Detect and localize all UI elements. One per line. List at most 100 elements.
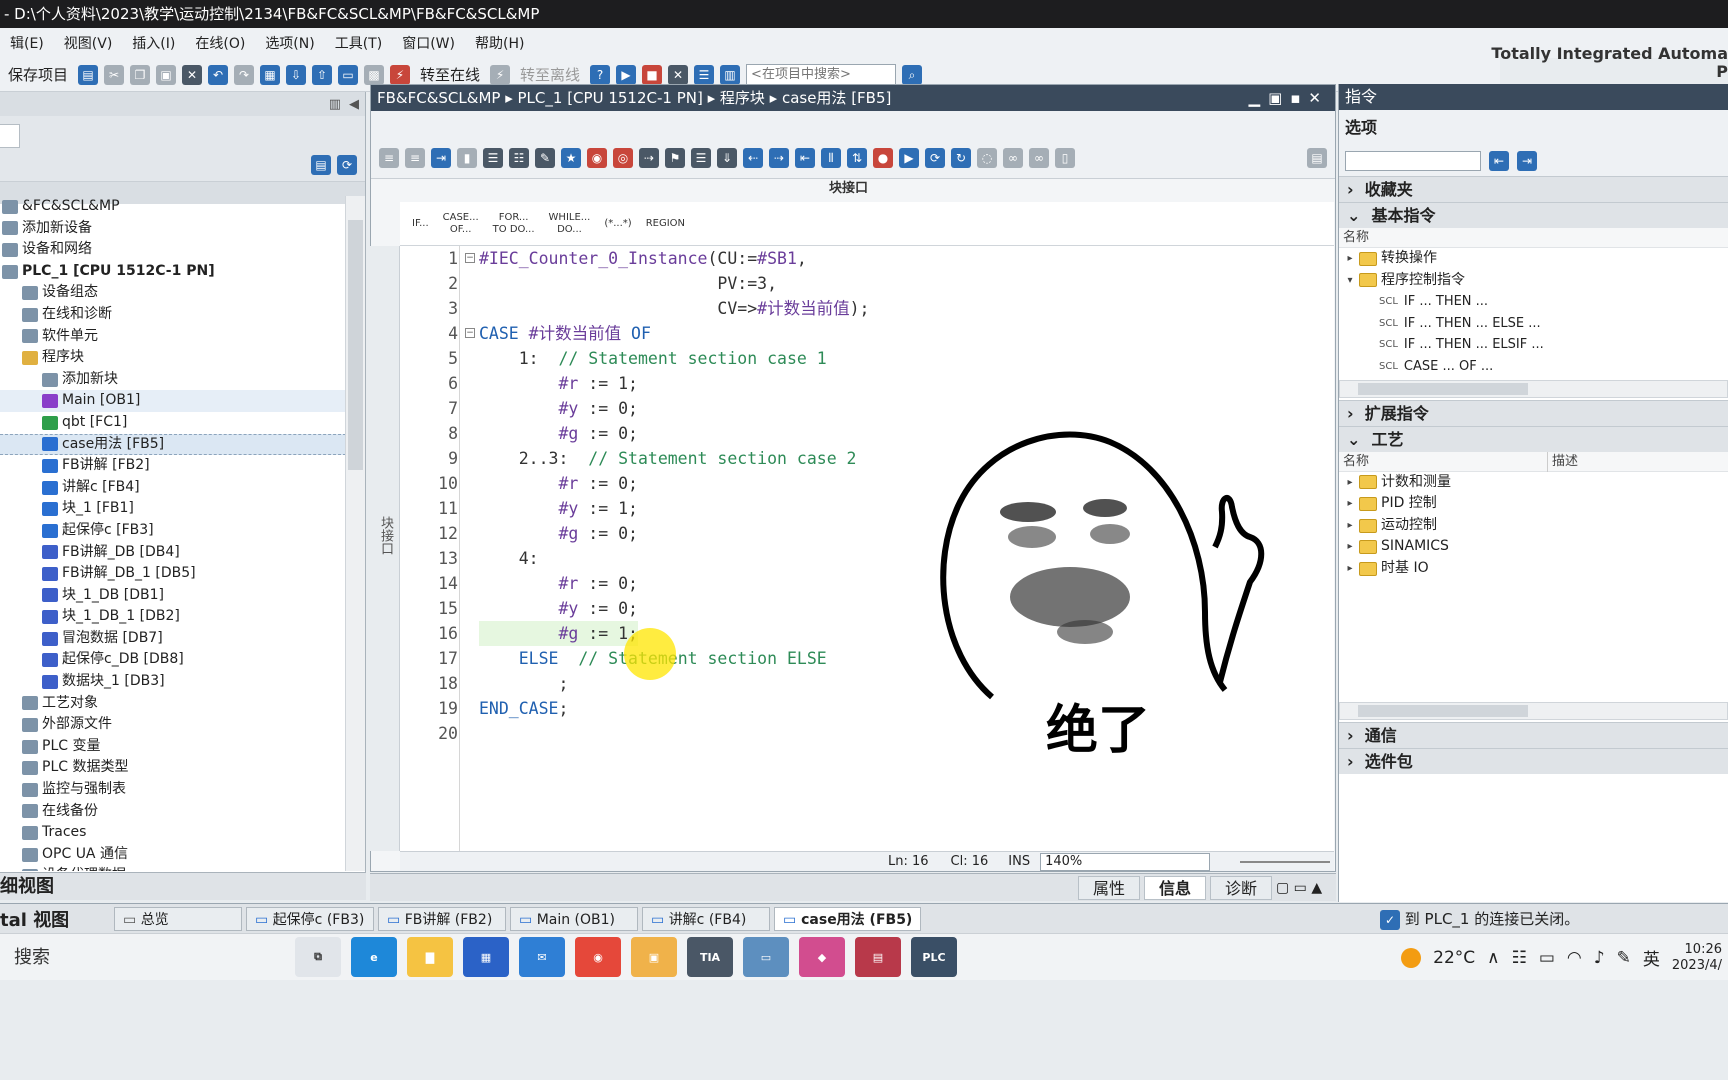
- favorites-icon[interactable]: ★: [561, 148, 581, 168]
- expand-arrow-icon[interactable]: ▸: [1343, 472, 1357, 494]
- redo-icon[interactable]: ↷: [234, 64, 255, 85]
- glasses-icon[interactable]: ◌: [977, 148, 997, 168]
- battery-icon[interactable]: ▭: [1539, 948, 1555, 968]
- chevron-up-icon[interactable]: ∧: [1487, 948, 1499, 968]
- details-view-header[interactable]: 细视图: [0, 872, 366, 900]
- tab-properties[interactable]: 属性: [1077, 875, 1140, 900]
- scrollbar-thumb[interactable]: [1358, 704, 1528, 717]
- start-cpu-icon[interactable]: ▶: [616, 64, 637, 85]
- tech-folder-item[interactable]: ▸ 计数和测量: [1339, 472, 1728, 494]
- expand-arrow-icon[interactable]: ▸: [1343, 515, 1357, 537]
- devices-tab[interactable]: [0, 124, 20, 148]
- window-controls[interactable]: ▁▣▪✕: [1249, 85, 1329, 111]
- expand-arrow-icon[interactable]: ▸: [1343, 536, 1357, 558]
- print-icon[interactable]: ▤: [78, 64, 99, 85]
- editor-tab[interactable]: ▭ Main (OB1): [510, 906, 638, 931]
- cross-reference-icon[interactable]: ✕: [668, 64, 689, 85]
- tree-node[interactable]: FB讲解_DB [DB4]: [0, 542, 346, 564]
- clock[interactable]: 10:26 2023/4/: [1672, 942, 1722, 974]
- paste-icon[interactable]: ▣: [156, 64, 177, 85]
- tree-node[interactable]: OPC UA 通信: [0, 844, 346, 866]
- tia-portal-icon[interactable]: TIA: [687, 937, 733, 977]
- tree-node[interactable]: 冒泡数据 [DB7]: [0, 628, 346, 650]
- go-online-button[interactable]: 转至在线: [416, 64, 484, 85]
- code-line[interactable]: 2 PV:=3,: [400, 271, 1334, 296]
- refresh-icon[interactable]: ⟳: [337, 154, 357, 175]
- tree-node[interactable]: 起保停c [FB3]: [0, 520, 346, 542]
- tree-node[interactable]: FB讲解_DB_1 [DB5]: [0, 563, 346, 585]
- tree-node[interactable]: FB讲解 [FB2]: [0, 455, 346, 477]
- tree-node[interactable]: 在线备份: [0, 801, 346, 823]
- volume-icon[interactable]: ♪: [1594, 948, 1605, 968]
- snippet-button[interactable]: IF...: [408, 216, 433, 232]
- menu-item-6[interactable]: 窗口(W): [392, 33, 465, 53]
- refresh-icon[interactable]: ⟳: [925, 148, 945, 168]
- snippet-button[interactable]: REGION: [642, 216, 689, 232]
- horizontal-scrollbar[interactable]: [1339, 701, 1728, 720]
- section-favorites[interactable]: › 收藏夹: [1339, 176, 1728, 202]
- edge-icon[interactable]: e: [351, 937, 397, 977]
- insert-network-icon[interactable]: ≡: [379, 148, 399, 168]
- tree-node[interactable]: 讲解c [FB4]: [0, 477, 346, 499]
- mail-icon[interactable]: ✉: [519, 937, 565, 977]
- tree-node[interactable]: 设备和网络: [0, 239, 346, 261]
- go-online-icon[interactable]: ⚡: [390, 64, 411, 85]
- weather-temp[interactable]: 22°C: [1433, 948, 1475, 968]
- fold-toggle-icon[interactable]: −: [465, 328, 475, 338]
- download-icon[interactable]: ⇩: [286, 64, 307, 85]
- expand-arrow-icon[interactable]: ▾: [1343, 270, 1357, 292]
- monitor-icon[interactable]: ◉: [587, 148, 607, 168]
- tree-node[interactable]: 软件单元: [0, 326, 346, 348]
- split-vertical-icon[interactable]: ▥: [720, 64, 741, 85]
- menu-item-3[interactable]: 在线(O): [185, 33, 255, 53]
- online-icon[interactable]: ▩: [364, 64, 385, 85]
- stop-cpu-icon[interactable]: ■: [642, 64, 663, 85]
- network-icon[interactable]: ☷: [1512, 948, 1527, 968]
- stop-monitor-icon[interactable]: ◎: [613, 148, 633, 168]
- horizontal-scrollbar[interactable]: [1339, 379, 1728, 398]
- expand-arrow-icon[interactable]: ▸: [1343, 248, 1357, 270]
- plcsim-icon[interactable]: PLC: [911, 937, 957, 977]
- prev-icon[interactable]: ⇠: [743, 148, 763, 168]
- unlink-icon[interactable]: ∞: [1029, 148, 1049, 168]
- tree-node[interactable]: PLC_1 [CPU 1512C-1 PN]: [0, 261, 346, 283]
- tab-diagnostics[interactable]: 诊断: [1209, 875, 1272, 900]
- tree-node[interactable]: 在线和诊断: [0, 304, 346, 326]
- delete-network-icon[interactable]: ≡: [405, 148, 425, 168]
- code-line[interactable]: 6 #r := 1;: [400, 371, 1334, 396]
- scrollbar-thumb[interactable]: [1358, 382, 1528, 395]
- instruction-item[interactable]: SCL CASE ... OF ...: [1339, 356, 1728, 378]
- delete-icon[interactable]: ✕: [182, 64, 203, 85]
- menu-item-2[interactable]: 插入(I): [122, 33, 185, 53]
- section-optional-packages[interactable]: › 选件包: [1339, 747, 1728, 774]
- tree-node[interactable]: 添加新块: [0, 369, 346, 391]
- accessible-devices-icon[interactable]: ?: [590, 64, 611, 85]
- redo-icon[interactable]: ↻: [951, 148, 971, 168]
- tree-node[interactable]: 数据块_1 [DB3]: [0, 671, 346, 693]
- code-line[interactable]: 1− #IEC_Counter_0_Instance(CU:=#SB1,: [400, 246, 1334, 271]
- tree-node[interactable]: 块_1_DB [DB1]: [0, 585, 346, 607]
- tech-folder-item[interactable]: ▸ SINAMICS: [1339, 536, 1728, 558]
- go-offline-icon[interactable]: ⚡: [490, 64, 511, 85]
- lock-icon[interactable]: ▯: [1055, 148, 1075, 168]
- bookmark-icon[interactable]: ⚑: [665, 148, 685, 168]
- instruction-item[interactable]: SCL IF ... THEN ... ELSIF ...: [1339, 334, 1728, 356]
- run-icon[interactable]: ▶: [899, 148, 919, 168]
- tree-node[interactable]: qbt [FC1]: [0, 412, 346, 434]
- tab-info[interactable]: 信息: [1143, 875, 1206, 900]
- link-icon[interactable]: ∞: [1003, 148, 1023, 168]
- insert-row-icon[interactable]: ⇥: [431, 148, 451, 168]
- collapse-pane-icon[interactable]: ◀: [349, 97, 359, 112]
- app-icon[interactable]: ▣: [631, 937, 677, 977]
- tree-node[interactable]: Main [OB1]: [0, 390, 346, 412]
- breakpoint-icon[interactable]: ●: [873, 148, 893, 168]
- expand-arrow-icon[interactable]: ▸: [1343, 493, 1357, 515]
- pane-layout-icon[interactable]: ▥: [329, 97, 341, 112]
- snippet-button[interactable]: CASE... OF...: [439, 210, 483, 238]
- tree-node[interactable]: 块_1_DB_1 [DB2]: [0, 606, 346, 628]
- zoom-select[interactable]: 140%: [1040, 852, 1211, 871]
- paint-icon[interactable]: ◆: [799, 937, 845, 977]
- ime-indicator[interactable]: 英: [1643, 945, 1660, 970]
- tree-node[interactable]: Traces: [0, 822, 346, 844]
- editor-tab[interactable]: ▭ 总览: [114, 906, 242, 931]
